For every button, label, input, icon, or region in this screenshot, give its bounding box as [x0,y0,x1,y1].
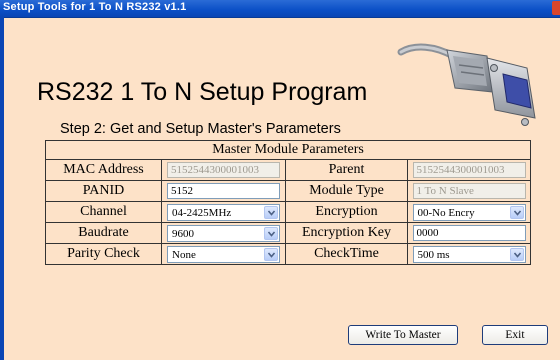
parent-field[interactable]: 5152544300001003 [412,162,526,178]
window-frame [0,17,4,360]
encryption-select[interactable]: 00-No Encry [412,203,526,221]
parity-check-select[interactable]: None [167,245,280,263]
mac-address-field[interactable]: 5152544300001003 [167,162,280,178]
panid-field[interactable]: 5152 [167,183,280,199]
table-row: Channel 04-2425MHz Encryption 00-No Encr… [45,201,531,223]
module-type-field[interactable]: 1 To N Slave [412,183,526,199]
encryption-value: 00-No Encry [417,206,475,219]
setup-window: Setup Tools for 1 To N RS232 v1.1 RS232 … [0,0,560,360]
chevron-down-icon[interactable] [509,205,524,219]
channel-value: 04-2425MHz [172,206,232,219]
parent-label: Parent [285,159,408,181]
parameters-table: Master Module Parameters MAC Address 515… [45,140,531,265]
chevron-down-icon[interactable] [264,205,278,219]
chevron-down-icon[interactable] [509,247,524,261]
channel-select[interactable]: 04-2425MHz [167,203,280,221]
close-icon[interactable] [552,1,560,15]
module-type-label: Module Type [285,180,408,202]
checktime-select[interactable]: 500 ms [412,245,526,263]
checktime-value: 500 ms [417,248,450,261]
window-title: Setup Tools for 1 To N RS232 v1.1 [3,1,187,13]
table-header: Master Module Parameters [45,140,531,160]
baudrate-label: Baudrate [45,222,162,244]
title-bar[interactable]: Setup Tools for 1 To N RS232 v1.1 [0,0,560,18]
encryption-label: Encryption [285,201,408,223]
encryption-key-label: Encryption Key [285,222,408,244]
baudrate-select[interactable]: 9600 [167,224,280,242]
encryption-key-field[interactable]: 0000 [412,225,526,241]
parity-check-label: Parity Check [45,243,162,265]
channel-label: Channel [45,201,162,223]
mac-address-label: MAC Address [45,159,162,181]
checktime-label: CheckTime [285,243,408,265]
table-row: Baudrate 9600 Encryption Key 0000 [45,222,531,244]
baudrate-value: 9600 [172,227,194,240]
parity-check-value: None [172,248,196,261]
table-row: Parity Check None CheckTime 500 ms [45,243,531,265]
table-row: MAC Address 5152544300001003 Parent 5152… [45,159,531,181]
write-to-master-button[interactable]: Write To Master [348,325,458,345]
table-row: PANID 5152 Module Type 1 To N Slave [45,180,531,202]
exit-button[interactable]: Exit [482,325,548,345]
page-title: RS232 1 To N Setup Program [37,78,368,106]
chevron-down-icon[interactable] [264,226,278,240]
chevron-down-icon[interactable] [264,247,278,261]
panid-label: PANID [45,180,162,202]
step-instruction: Step 2: Get and Setup Master's Parameter… [60,121,341,137]
serial-cable-icon [397,43,536,126]
